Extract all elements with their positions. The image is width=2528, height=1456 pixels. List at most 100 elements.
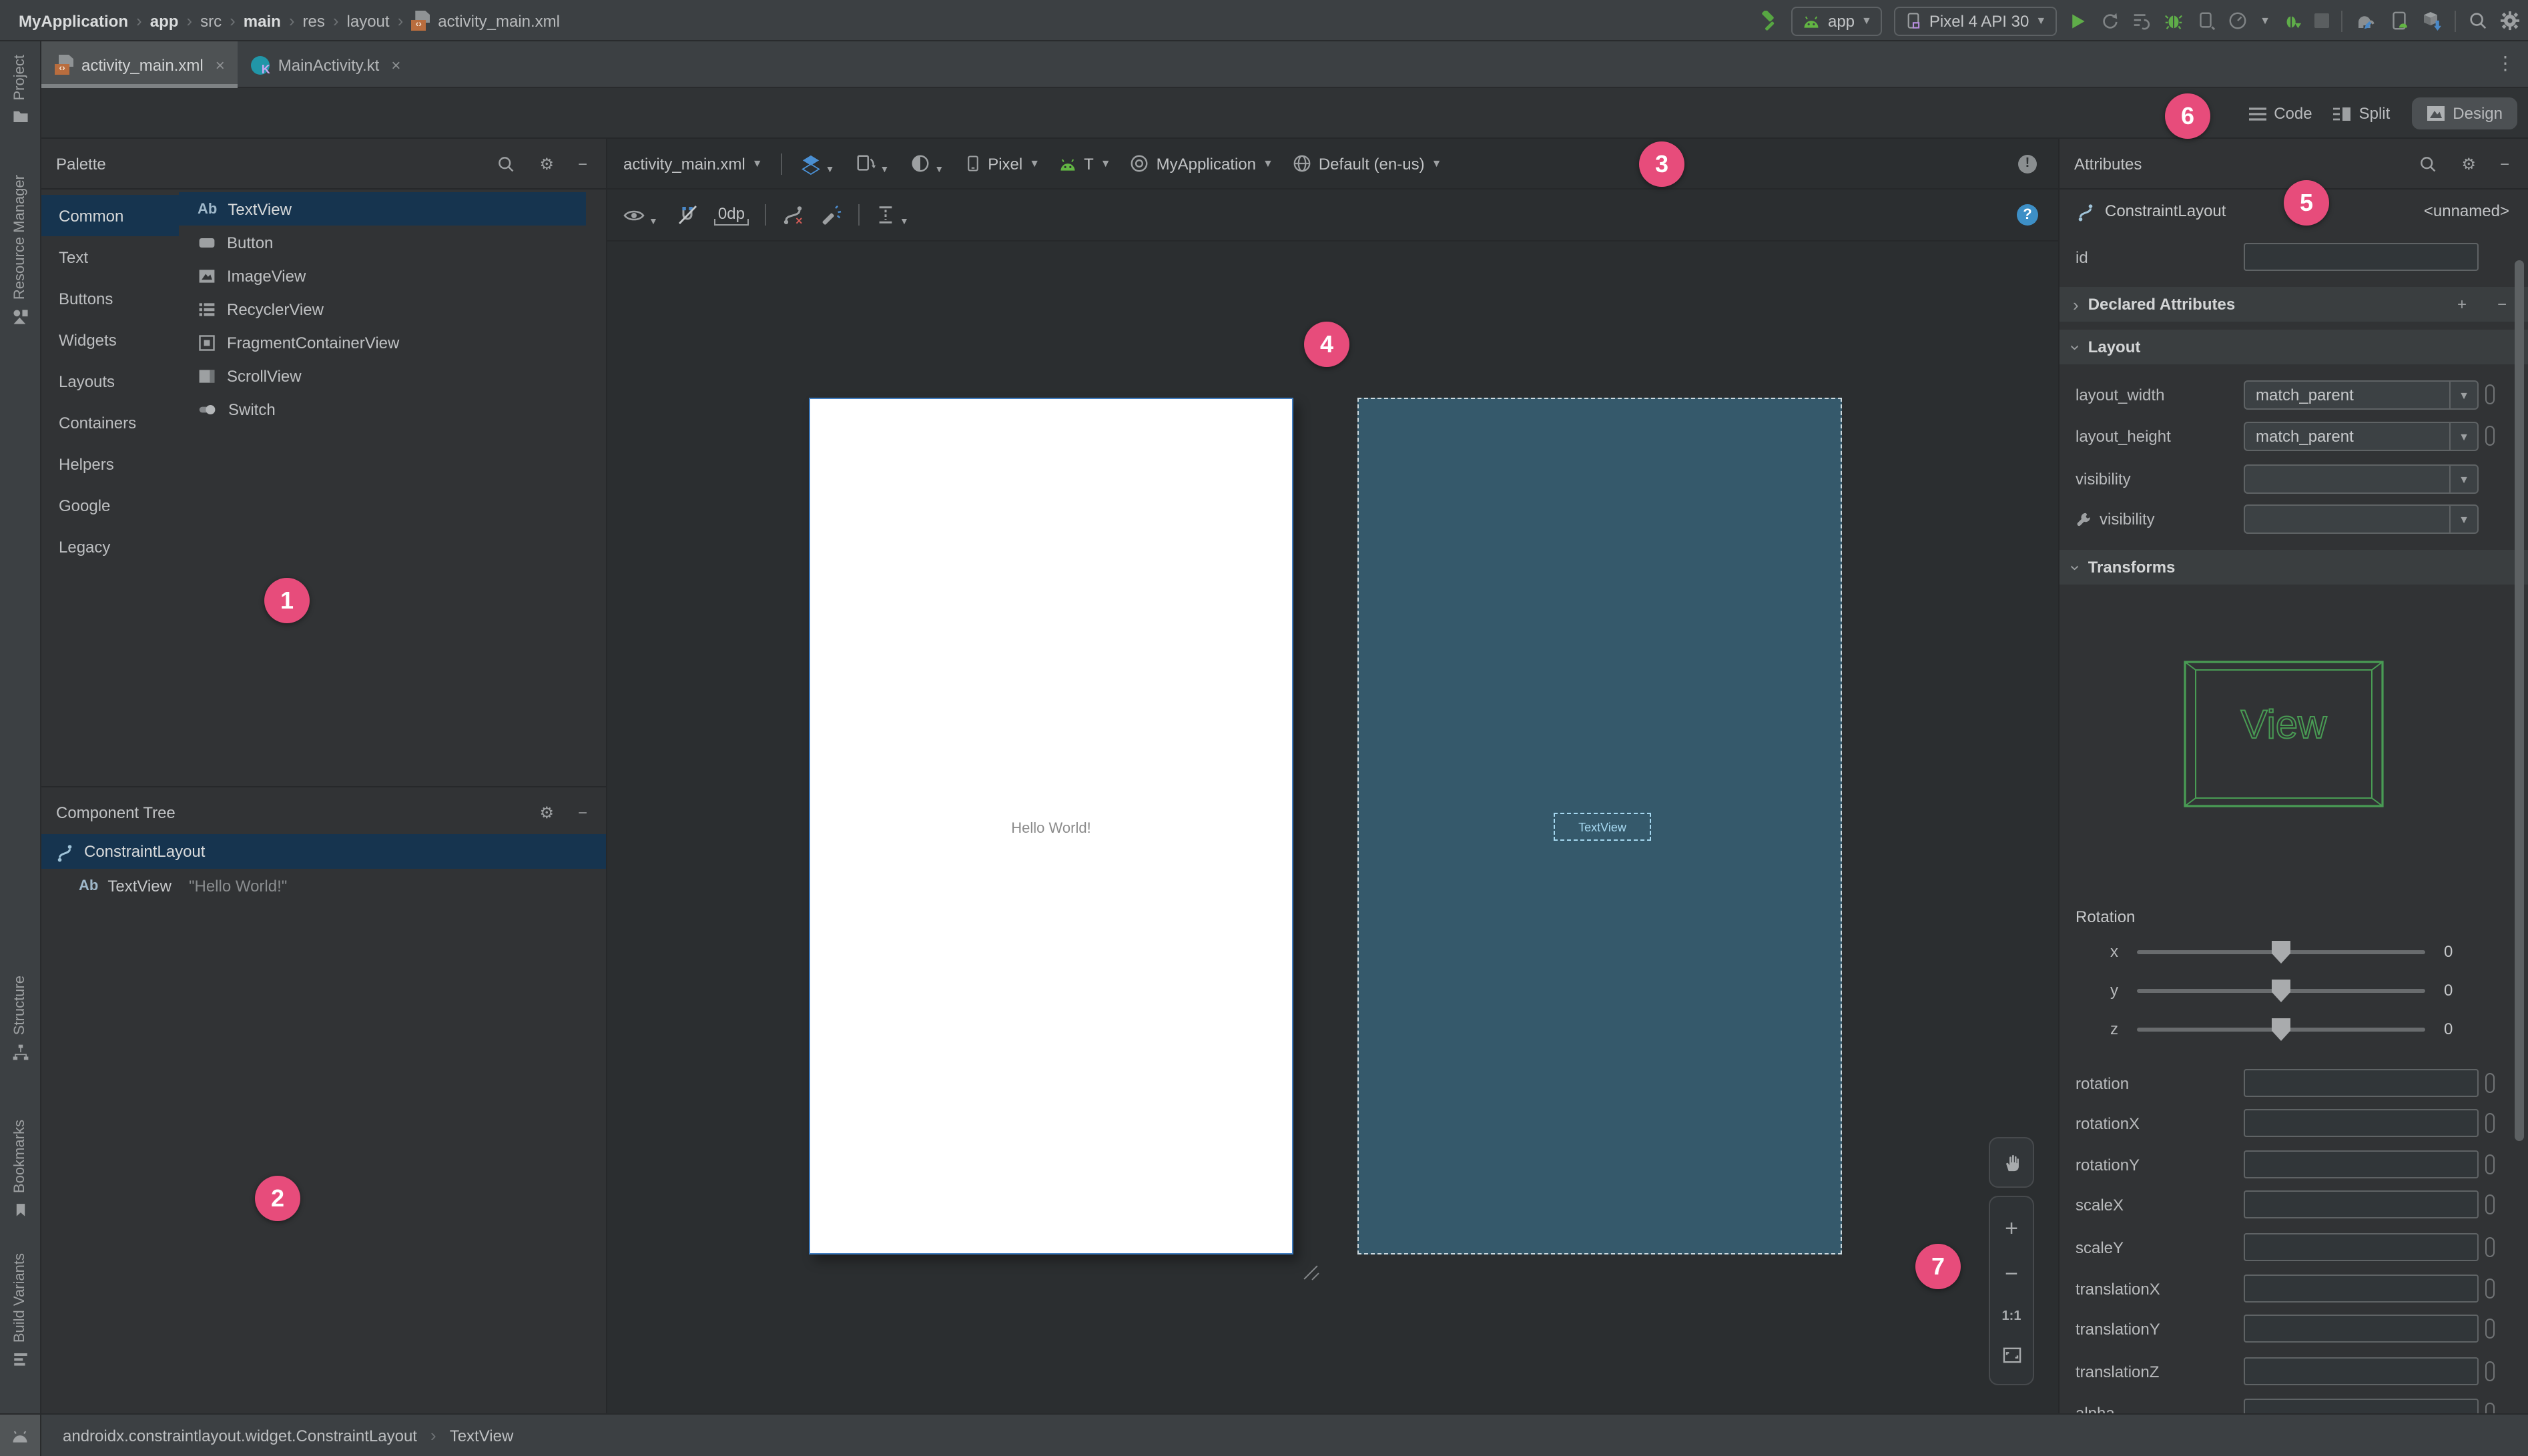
palette-item-scrollview[interactable]: ScrollView [179, 359, 586, 392]
device-select[interactable]: Pixel ▼ [965, 153, 1040, 173]
palette-category-helpers[interactable]: Helpers [41, 443, 179, 484]
tab-activity-main-xml[interactable]: ‹› activity_main.xml × [41, 41, 238, 88]
night-mode-select[interactable]: ▼ [910, 153, 946, 175]
build-hammer-icon[interactable] [1759, 10, 1780, 31]
locale-select[interactable]: Default (en-us) ▼ [1292, 153, 1442, 173]
toggle-pill[interactable] [2485, 1113, 2495, 1133]
palette-category-text[interactable]: Text [41, 236, 179, 278]
palette-item-recyclerview[interactable]: RecyclerView [179, 292, 586, 326]
mode-code-button[interactable]: Code [2248, 104, 2312, 123]
rotation-input[interactable] [2244, 1069, 2479, 1097]
palette-item-switch[interactable]: Switch [179, 392, 586, 426]
zoom-in-button[interactable]: + [2005, 1217, 2018, 1240]
zoom-100-button[interactable]: 1:1 [2002, 1309, 2021, 1324]
toggle-pill[interactable] [2485, 384, 2495, 404]
design-preview-phone[interactable]: Hello World! [809, 398, 1293, 1254]
sidebar-item-structure[interactable]: Structure [0, 976, 40, 1060]
declared-attributes-section[interactable]: › Declared Attributes + − [2060, 287, 2528, 322]
tab-options-kebab-icon[interactable]: ⋮ [2496, 52, 2515, 75]
sdk-manager-icon[interactable] [2421, 10, 2443, 31]
stop-button[interactable] [2314, 13, 2329, 28]
debug-button[interactable] [2164, 11, 2184, 31]
autoconnect-off-magnet-icon[interactable] [677, 204, 698, 226]
slider-track-x[interactable] [2137, 941, 2425, 964]
rotationx-input[interactable] [2244, 1109, 2479, 1137]
mode-design-button[interactable]: Design [2411, 97, 2517, 129]
pack-align-select[interactable]: ▼ [876, 204, 912, 226]
transform-view-preview[interactable]: View [2184, 661, 2384, 807]
palette-category-containers[interactable]: Containers [41, 402, 179, 443]
slider-thumb[interactable] [2272, 980, 2290, 1002]
status-segment-constraintlayout[interactable]: androidx.constraintlayout.widget.Constra… [63, 1426, 417, 1445]
sidebar-item-project[interactable]: Project [0, 55, 40, 125]
slider-track-y[interactable] [2137, 980, 2425, 1002]
minimize-icon[interactable]: − [578, 803, 587, 821]
toggle-pill[interactable] [2485, 1237, 2495, 1257]
search-icon[interactable] [2419, 154, 2437, 173]
api-version-select[interactable]: T ▼ [1058, 154, 1111, 173]
attach-debugger-icon[interactable] [2196, 11, 2216, 31]
run-with-coverage-icon[interactable] [2132, 11, 2152, 31]
breadcrumb-app[interactable]: app [150, 11, 179, 30]
profiler-icon[interactable] [2228, 11, 2248, 31]
translationx-input[interactable] [2244, 1275, 2479, 1303]
settings-gear-icon[interactable] [2500, 11, 2520, 31]
palette-item-imageview[interactable]: ImageView [179, 259, 586, 292]
gear-icon[interactable]: ⚙ [539, 154, 554, 173]
gear-icon[interactable]: ⚙ [539, 803, 554, 821]
gradle-sync-icon[interactable] [2354, 11, 2377, 31]
palette-category-common[interactable]: Common [41, 195, 179, 236]
scaley-input[interactable] [2244, 1233, 2479, 1261]
toggle-pill[interactable] [2485, 1279, 2495, 1299]
toggle-pill[interactable] [2485, 1403, 2495, 1413]
id-input[interactable] [2244, 243, 2479, 271]
translationy-input[interactable] [2244, 1315, 2479, 1343]
rotationy-input[interactable] [2244, 1150, 2479, 1178]
palette-item-textview[interactable]: Ab TextView [179, 192, 586, 226]
search-icon[interactable] [497, 154, 515, 173]
tools-visibility-select[interactable]: ▼ [2244, 504, 2479, 534]
device-manager-icon[interactable] [2389, 11, 2409, 31]
minimize-icon[interactable]: − [578, 154, 587, 173]
palette-category-layouts[interactable]: Layouts [41, 360, 179, 402]
tree-row-constraintlayout[interactable]: ConstraintLayout [41, 834, 606, 869]
canvas-resize-handle[interactable] [1300, 1262, 1321, 1281]
toggle-pill[interactable] [2485, 1361, 2495, 1381]
palette-item-fragmentcontainerview[interactable]: FragmentContainerView [179, 326, 586, 359]
palette-category-google[interactable]: Google [41, 484, 179, 526]
layout-width-select[interactable]: match_parent ▼ [2244, 380, 2479, 410]
close-icon[interactable]: × [216, 55, 225, 74]
status-segment-textview[interactable]: TextView [450, 1426, 514, 1445]
add-attribute-button[interactable]: + [2457, 295, 2467, 314]
infer-constraints-wand-icon[interactable] [821, 204, 842, 226]
alpha-input[interactable] [2244, 1399, 2479, 1413]
toggle-pill[interactable] [2485, 1319, 2495, 1339]
theme-select[interactable]: MyApplication ▼ [1130, 153, 1273, 173]
design-preview-textview[interactable]: Hello World! [810, 821, 1292, 837]
sidebar-item-build-variants[interactable]: Build Variants [0, 1253, 40, 1368]
tree-row-textview[interactable]: Ab TextView "Hello World!" [41, 869, 606, 903]
palette-category-legacy[interactable]: Legacy [41, 526, 179, 567]
layout-section[interactable]: › Layout [2060, 330, 2528, 364]
layout-height-select[interactable]: match_parent ▼ [2244, 422, 2479, 451]
apply-code-changes-icon[interactable] [2282, 11, 2302, 31]
help-icon[interactable]: ? [2017, 204, 2038, 226]
transforms-section[interactable]: › Transforms [2060, 550, 2528, 585]
slider-thumb[interactable] [2272, 1018, 2290, 1041]
breadcrumb-main[interactable]: main [244, 11, 281, 30]
close-icon[interactable]: × [391, 55, 400, 74]
slider-track-z[interactable] [2137, 1018, 2425, 1041]
apply-changes-icon[interactable] [2100, 11, 2120, 31]
zoom-to-fit-icon[interactable] [2001, 1347, 2021, 1365]
default-margin-select[interactable]: 0dp [713, 204, 749, 226]
toggle-pill[interactable] [2485, 1073, 2495, 1093]
surface-mode-select[interactable]: ▼ [802, 153, 838, 175]
breadcrumb-src[interactable]: src [200, 11, 222, 30]
breadcrumb-res[interactable]: res [303, 11, 325, 30]
zoom-out-button[interactable]: − [2005, 1263, 2018, 1286]
slider-thumb[interactable] [2272, 941, 2290, 964]
toggle-pill[interactable] [2485, 426, 2495, 446]
mode-split-button[interactable]: Split [2333, 104, 2390, 123]
breadcrumb-project[interactable]: MyApplication [19, 11, 128, 30]
search-everywhere-icon[interactable] [2468, 11, 2488, 31]
